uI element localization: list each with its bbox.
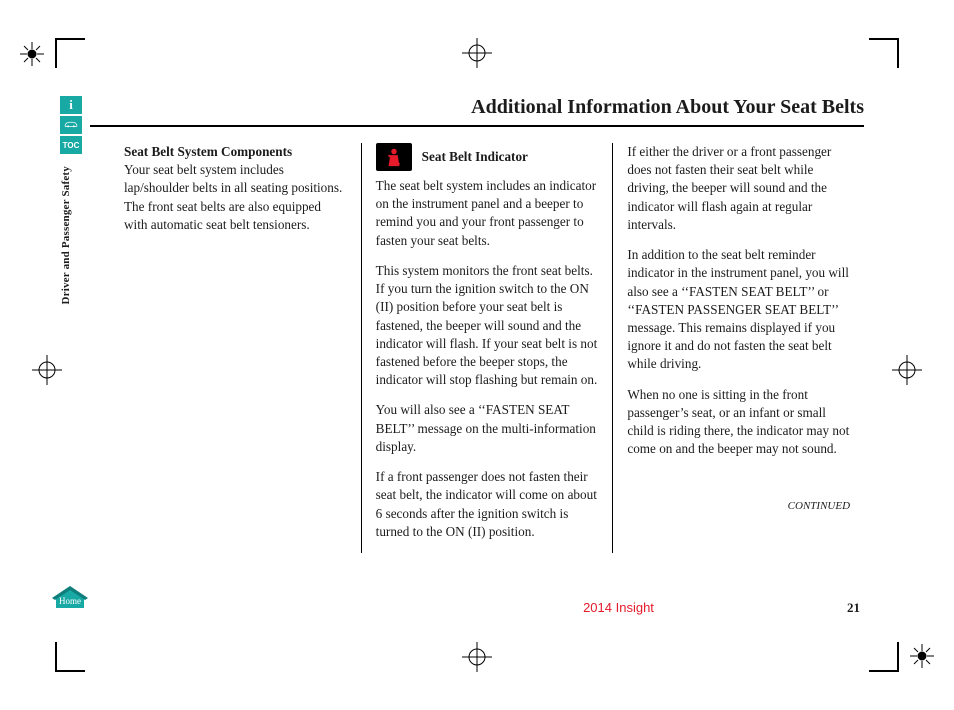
registration-radial-icon [18, 40, 46, 68]
car-icon [64, 117, 78, 133]
col2-indicator-heading: Seat Belt Indicator [422, 148, 528, 166]
nav-icon-strip: i TOC Driver and Passenger Safety [60, 96, 82, 305]
column-3: If either the driver or a front passenge… [613, 143, 864, 553]
col3-p3: When no one is sitting in the front pass… [627, 386, 850, 459]
registration-cross-icon [462, 642, 492, 672]
page-title: Additional Information About Your Seat B… [90, 96, 864, 127]
crop-mark [869, 38, 899, 68]
registration-cross-icon [32, 355, 62, 385]
crop-mark [869, 642, 899, 672]
home-button[interactable]: Home [52, 586, 88, 610]
crop-mark [55, 38, 85, 68]
col2-p1: The seat belt system includes an indicat… [376, 177, 599, 250]
car-button[interactable] [60, 116, 82, 134]
col3-p2: In addition to the seat belt reminder in… [627, 246, 850, 374]
footer-model: 2014 Insight [583, 600, 654, 615]
info-button[interactable]: i [60, 96, 82, 114]
col1-p1: Your seat belt system includes lap/shoul… [124, 162, 342, 232]
registration-cross-icon [892, 355, 922, 385]
crop-mark [55, 642, 85, 672]
registration-radial-icon [908, 642, 936, 670]
section-tab-label: Driver and Passenger Safety [60, 166, 82, 305]
toc-button[interactable]: TOC [60, 136, 82, 154]
page-content: Additional Information About Your Seat B… [90, 96, 864, 614]
seatbelt-indicator-icon [376, 143, 412, 171]
col2-p4: If a front passenger does not fasten the… [376, 468, 599, 541]
registration-cross-icon [462, 38, 492, 68]
continued-label: CONTINUED [627, 499, 850, 514]
column-1: Seat Belt System Components Your seat be… [90, 143, 361, 553]
col3-p1: If either the driver or a front passenge… [627, 143, 850, 234]
footer-page-number: 21 [847, 600, 860, 616]
home-label: Home [59, 596, 81, 606]
col2-p2: This system monitors the front seat belt… [376, 262, 599, 390]
col1-heading: Seat Belt System Components [124, 144, 292, 159]
column-2: Seat Belt Indicator The seat belt system… [362, 143, 613, 553]
col2-p3: You will also see a ‘‘FASTEN SEAT BELT’’… [376, 401, 599, 456]
page-footer: 2014 Insight 21 [90, 600, 864, 616]
info-icon: i [69, 97, 73, 113]
